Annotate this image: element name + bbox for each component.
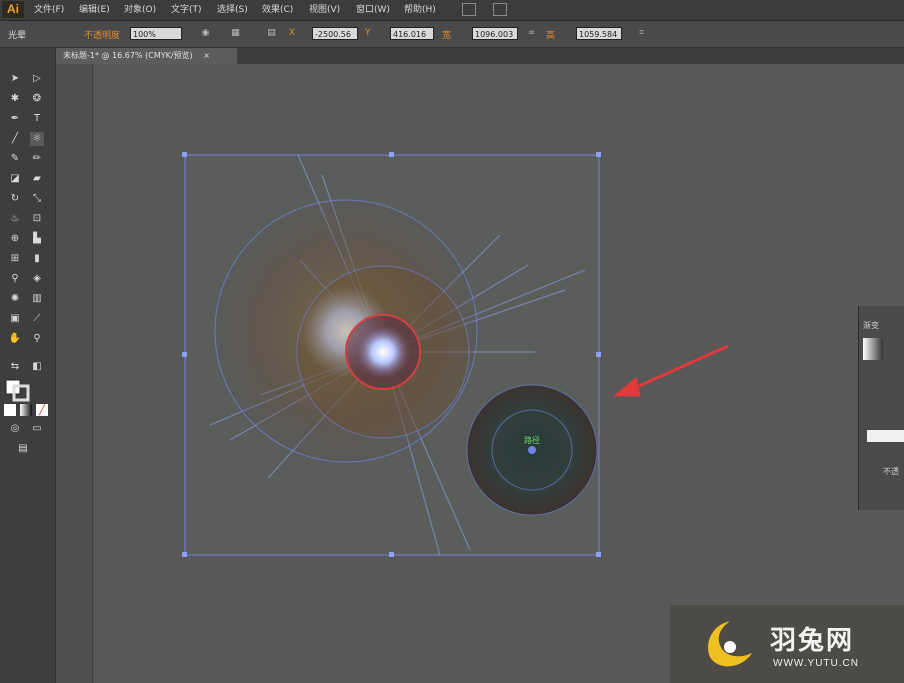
- watermark-url: WWW.YUTU.CN: [773, 658, 859, 669]
- gradient-slider-bar[interactable]: [867, 430, 904, 442]
- red-arrow-annotation: [612, 344, 729, 397]
- opacity-panel-label: 不透: [883, 467, 899, 476]
- flare-ring-center: [528, 446, 536, 454]
- path-label: 路径: [524, 436, 540, 445]
- artwork-layer[interactable]: [0, 0, 904, 683]
- flare-core: [355, 324, 411, 380]
- watermark-brand: 羽兔网: [770, 626, 855, 656]
- gradient-swatch[interactable]: [863, 338, 883, 360]
- watermark-logo-icon: [708, 621, 752, 667]
- gradient-panel: 渐变 不透: [858, 306, 904, 510]
- gradient-panel-tab[interactable]: 渐变: [863, 320, 879, 331]
